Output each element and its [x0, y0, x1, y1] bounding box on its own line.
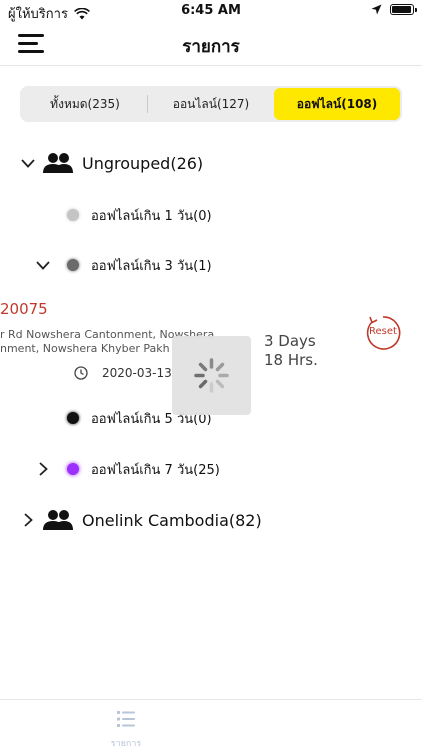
chevron-down-icon[interactable] [20, 155, 36, 171]
segment-online[interactable]: ออนไลน์(127) [148, 88, 274, 120]
list-icon [117, 711, 135, 727]
status-right [371, 4, 417, 15]
chevron-down-icon[interactable] [35, 257, 51, 273]
subgroup-label: ออฟไลน์เกิน 1 วัน(0) [91, 208, 212, 224]
battery-icon [390, 4, 417, 15]
subgroup-row-3-days[interactable]: ออฟไลน์เกิน 3 วัน(1) [0, 255, 422, 275]
people-icon [43, 510, 73, 530]
subgroup-row-1-day[interactable]: ออฟไลน์เกิน 1 วัน(0) [0, 205, 422, 225]
offline-duration: 3 Days 18 Hrs. [264, 332, 318, 370]
subgroup-label: ออฟไลน์เกิน 7 วัน(25) [91, 462, 220, 478]
spinner-icon [194, 358, 229, 393]
status-filter-segmented: ทั้งหมด(235) ออนไลน์(127) ออฟไลน์(108) [20, 86, 402, 122]
device-id: 20075 [0, 300, 48, 318]
loading-spinner [172, 336, 251, 415]
tab-list[interactable]: รายการ [104, 708, 148, 749]
subgroup-label: ออฟไลน์เกิน 3 วัน(1) [91, 258, 212, 274]
group-label: Ungrouped(26) [82, 153, 204, 173]
status-dot-black [67, 412, 79, 424]
duration-days: 3 Days [264, 332, 316, 350]
nav-bar: รายการ [0, 24, 422, 66]
reset-button[interactable]: Reset [361, 312, 405, 356]
subgroup-row-7-days[interactable]: ออฟไลน์เกิน 7 วัน(25) [0, 459, 422, 479]
status-dot-dark-gray [67, 259, 79, 271]
page-title: รายการ [182, 37, 240, 57]
tab-bar: รายการ [0, 699, 422, 750]
group-label: Onelink Cambodia(82) [82, 510, 262, 530]
status-dot-gray [67, 209, 79, 221]
people-icon [43, 153, 73, 173]
status-bar: ผู้ให้บริการ 6:45 AM [0, 0, 422, 24]
segment-offline[interactable]: ออฟไลน์(108) [274, 88, 400, 120]
chevron-right-icon[interactable] [20, 512, 36, 528]
chevron-right-icon[interactable] [35, 461, 51, 477]
group-row-ungrouped[interactable]: Ungrouped(26) [0, 150, 422, 176]
reset-label: Reset [369, 326, 397, 337]
location-arrow-icon [371, 4, 382, 15]
status-time: 6:45 AM [181, 3, 241, 18]
tab-label: รายการ [110, 739, 142, 749]
segment-all[interactable]: ทั้งหมด(235) [22, 88, 148, 120]
clock-icon [74, 366, 88, 380]
group-row-onelink-cambodia[interactable]: Onelink Cambodia(82) [0, 507, 422, 533]
device-last-seen: 2020-03-13 [102, 366, 172, 380]
status-dot-purple [67, 463, 79, 475]
duration-hours: 18 Hrs. [264, 351, 318, 369]
